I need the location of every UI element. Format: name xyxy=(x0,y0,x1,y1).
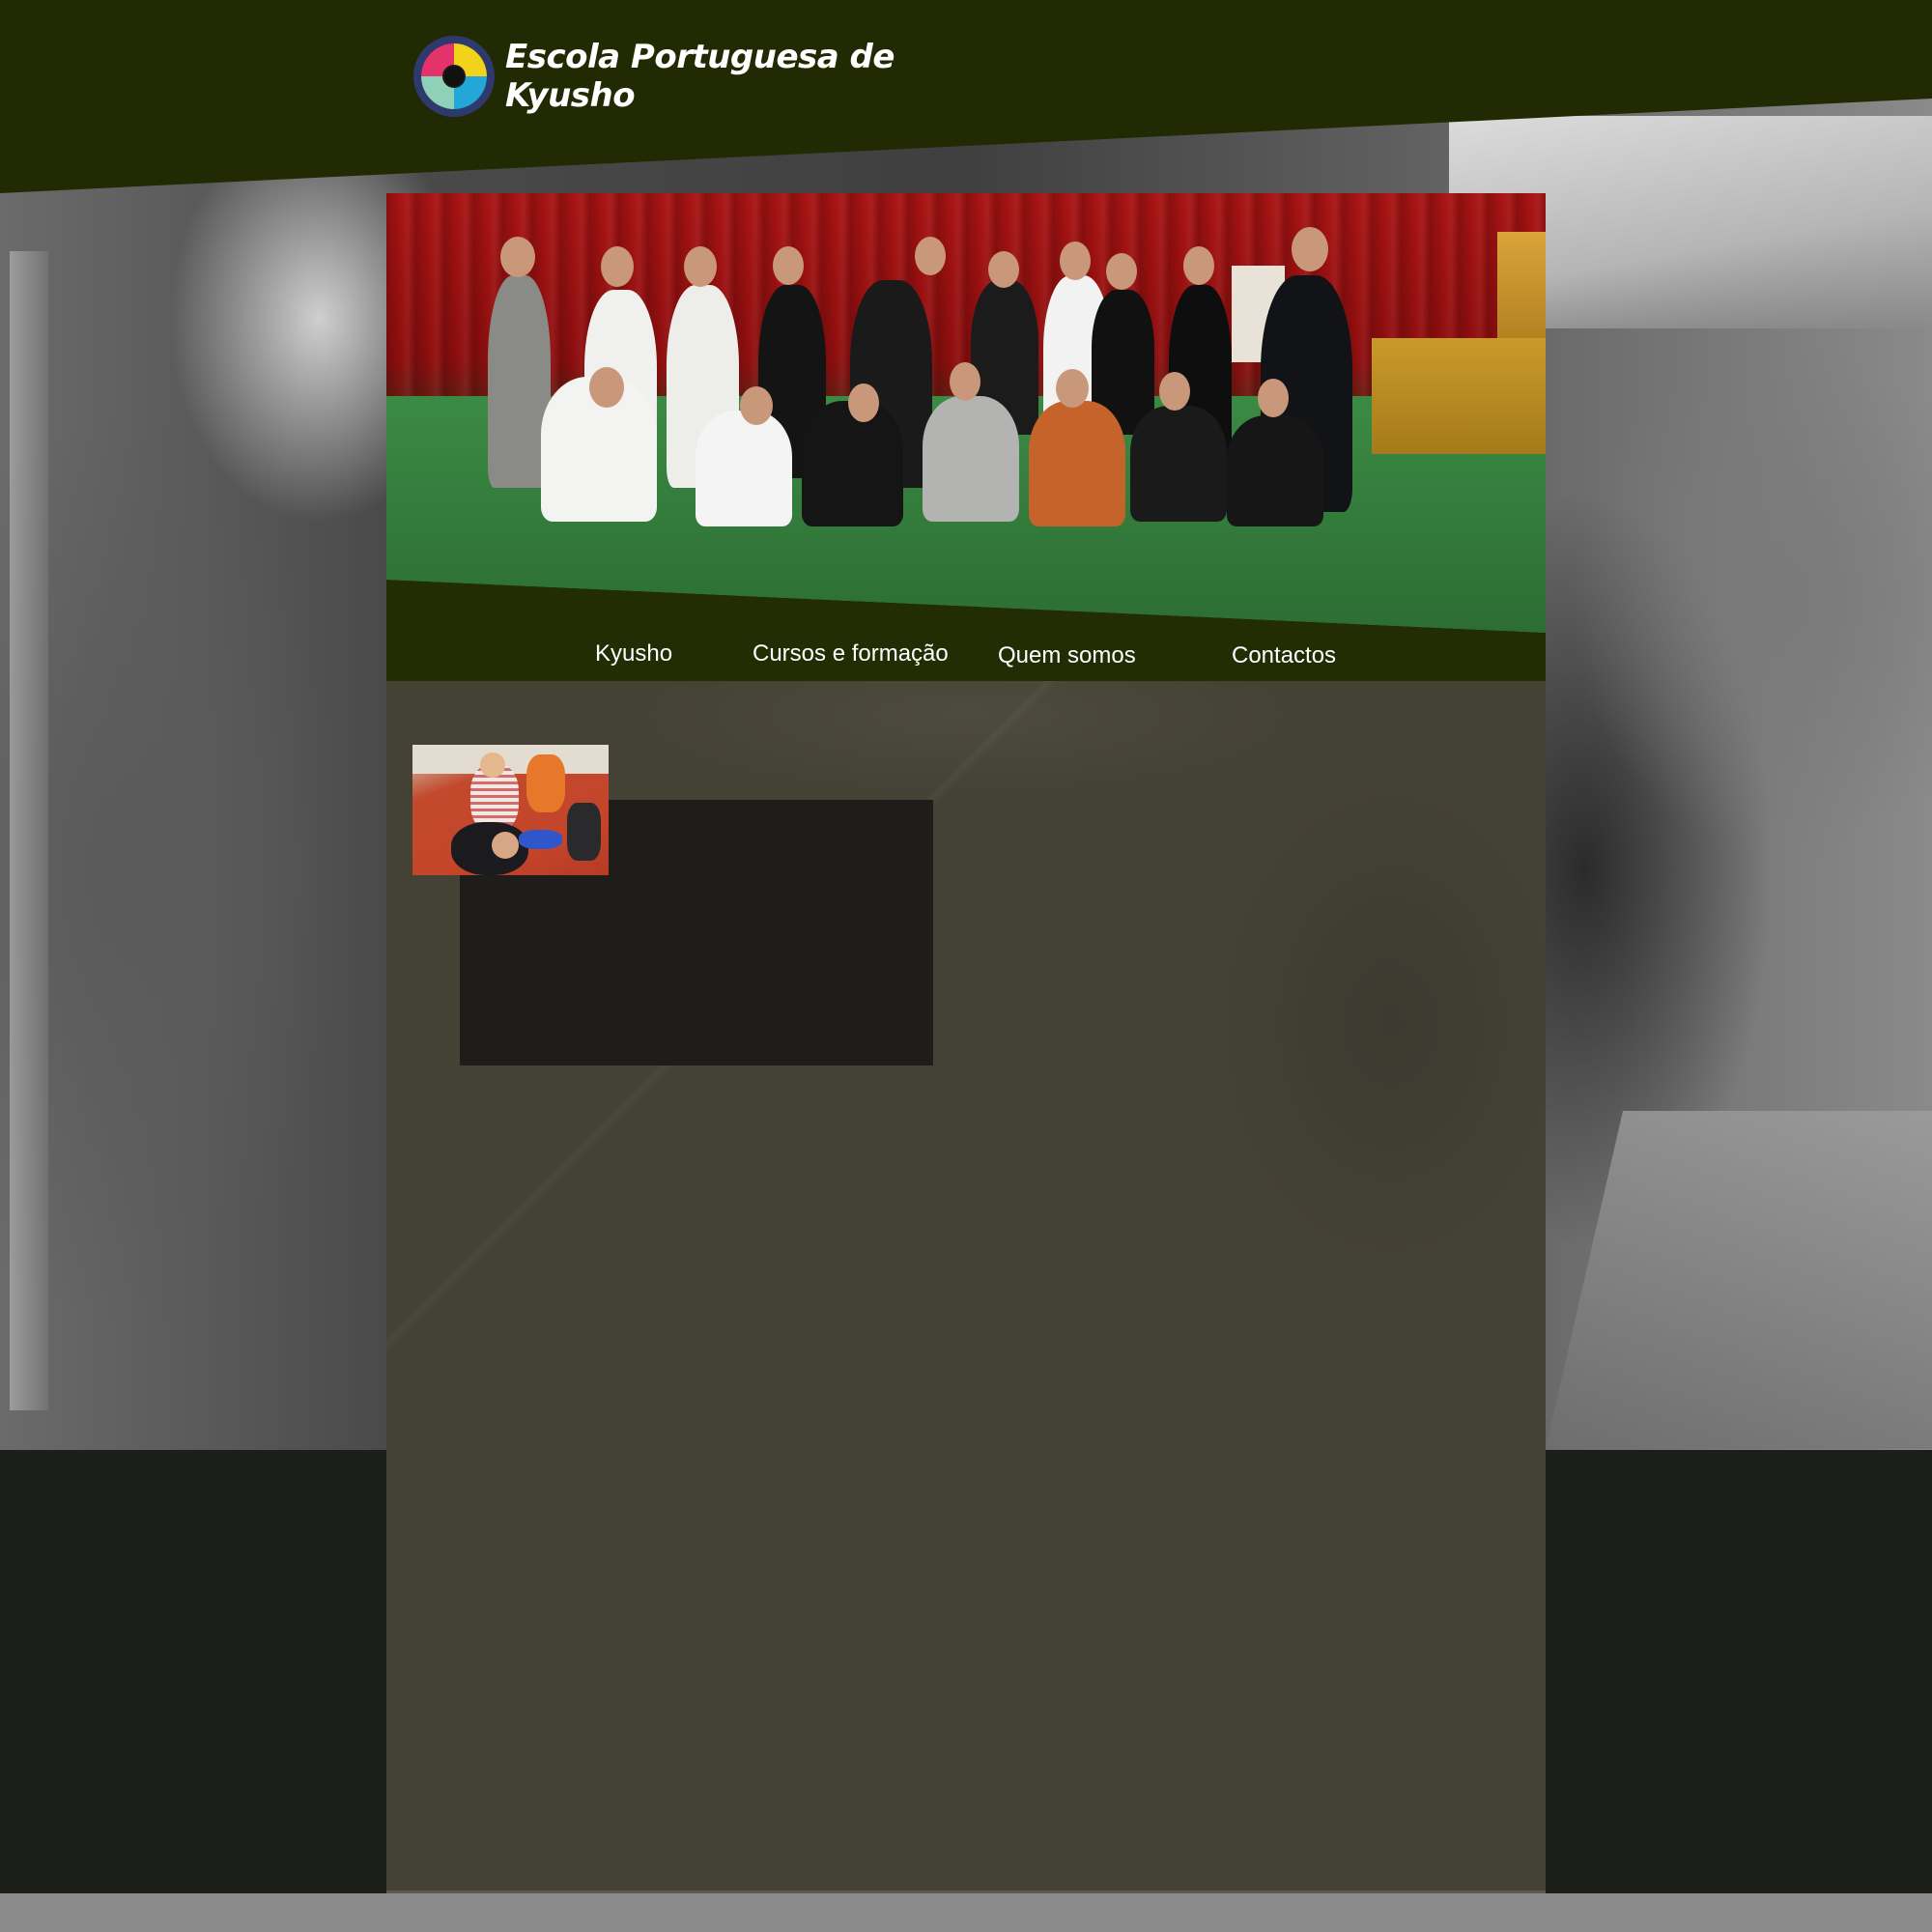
person-head xyxy=(1258,379,1289,417)
nav-item-quem-somos[interactable]: Quem somos xyxy=(998,635,1136,677)
nav-item-kyusho[interactable]: Kyusho xyxy=(595,633,672,675)
person xyxy=(1227,415,1323,526)
thumb-person xyxy=(526,754,565,812)
hero-banner xyxy=(386,193,1546,681)
main-nav: Kyusho Cursos e formação Quem somos Cont… xyxy=(386,633,1546,681)
person-head xyxy=(500,237,535,277)
person-head xyxy=(950,362,980,401)
group-photo xyxy=(386,193,1546,633)
site-title-line1: Escola Portuguesa de xyxy=(505,38,895,76)
kyusho-emblem-icon xyxy=(413,36,495,117)
background-rail xyxy=(10,251,48,1410)
person-head xyxy=(740,386,773,425)
cabinet-top xyxy=(1497,232,1546,348)
site-logo[interactable]: Escola Portuguesa de Kyusho xyxy=(412,35,895,118)
person xyxy=(1029,401,1125,526)
nav-item-cursos[interactable]: Cursos e formação xyxy=(753,633,949,675)
page: Escola Portuguesa de Kyusho Kyusho Curso… xyxy=(0,0,1932,1932)
person-head xyxy=(988,251,1019,288)
site-title-line2: Kyusho xyxy=(505,76,636,115)
person-head xyxy=(1183,246,1214,285)
footer-strip xyxy=(0,1893,1932,1932)
background-mat xyxy=(1546,1111,1932,1449)
person-head xyxy=(773,246,804,285)
thumb-person xyxy=(567,803,601,861)
person-head xyxy=(915,237,946,275)
person xyxy=(923,396,1019,522)
person-head xyxy=(1159,372,1190,411)
thumb-person-head xyxy=(480,753,505,778)
training-thumbnail[interactable] xyxy=(412,745,609,875)
thumb-person-head xyxy=(492,832,519,859)
cabinet xyxy=(1372,338,1546,454)
person xyxy=(1130,406,1227,522)
person-head xyxy=(1060,242,1091,280)
thumb-cloth xyxy=(519,830,562,849)
person-head xyxy=(684,246,717,287)
person-head xyxy=(1106,253,1137,290)
person-head xyxy=(1056,369,1089,408)
person-head xyxy=(1292,227,1328,271)
person xyxy=(802,401,903,526)
nav-item-contactos[interactable]: Contactos xyxy=(1232,635,1336,677)
person xyxy=(696,411,792,526)
site-title[interactable]: Escola Portuguesa de Kyusho xyxy=(505,38,895,115)
person-head xyxy=(589,367,624,408)
person-head xyxy=(848,384,879,422)
person-head xyxy=(601,246,634,287)
